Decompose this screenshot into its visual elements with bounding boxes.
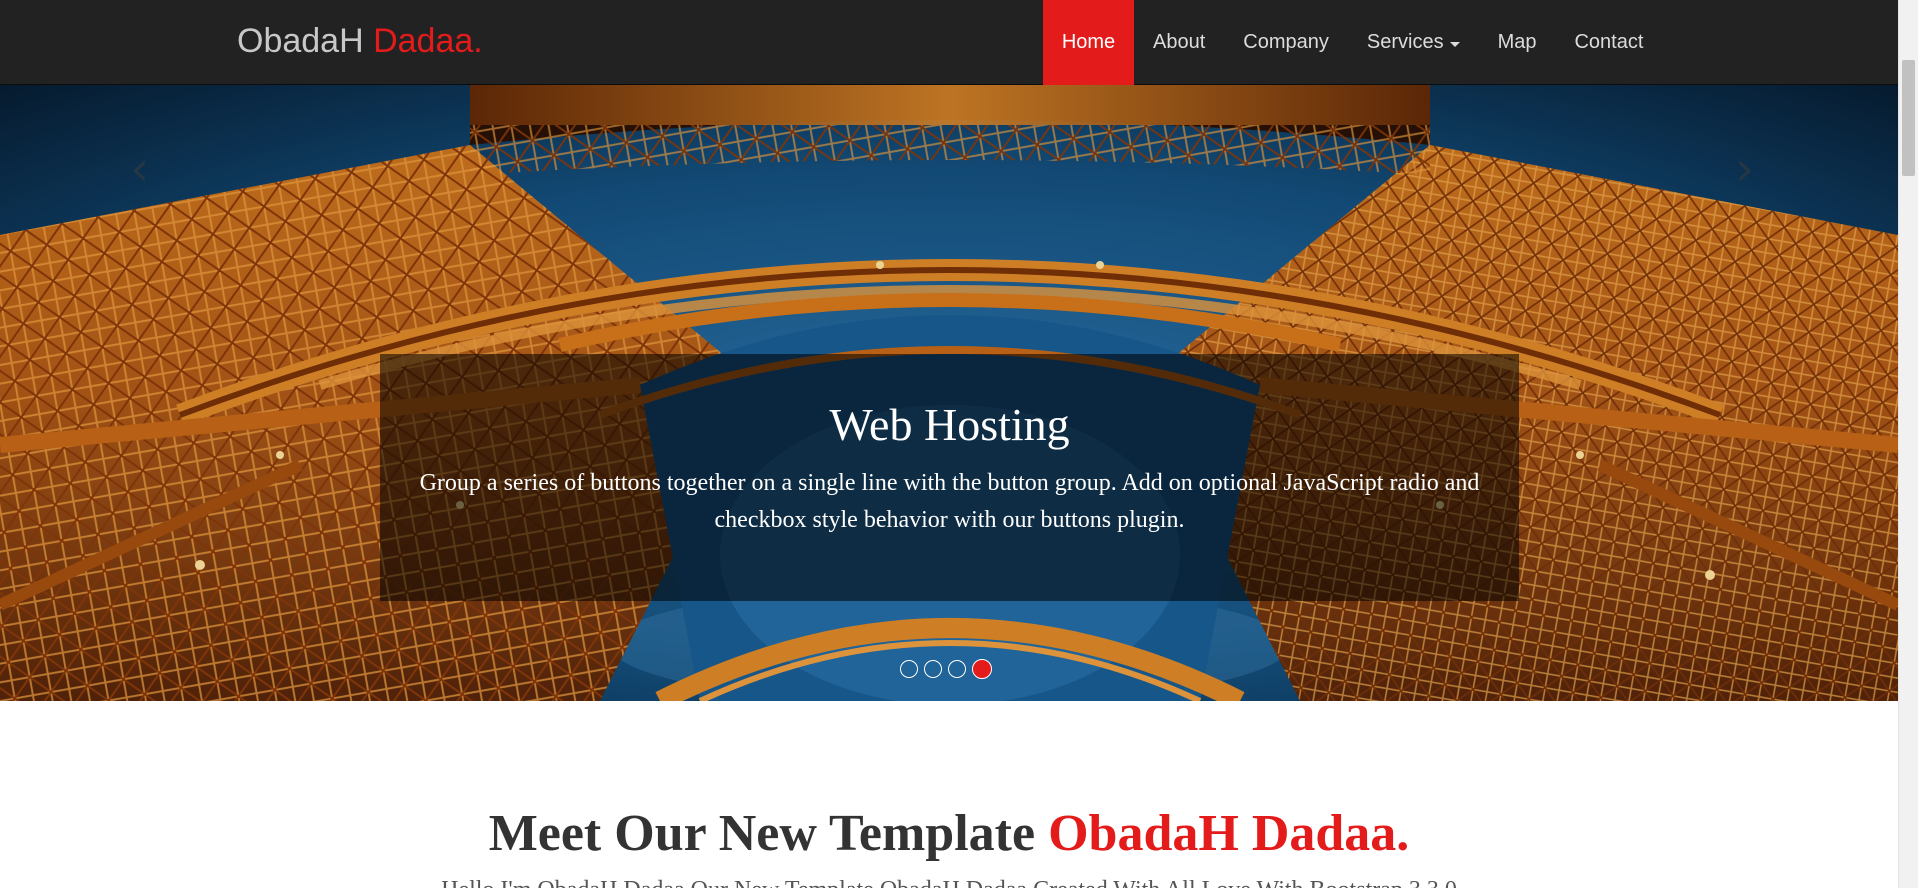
nav-item-map[interactable]: Map xyxy=(1479,0,1556,85)
main-nav: Home About Company Services Map Contact xyxy=(1043,0,1662,85)
nav-item-about[interactable]: About xyxy=(1134,0,1224,85)
nav-item-label: Contact xyxy=(1574,31,1644,53)
intro-heading-text: Meet Our New Template xyxy=(488,805,1036,862)
hero-carousel: ‹ › Web Hosting Group a series of button… xyxy=(0,85,1898,701)
scrollbar-thumb[interactable] xyxy=(1902,60,1915,176)
nav-item-label: Home xyxy=(1061,31,1116,53)
intro-heading: Meet Our New Template ObadaH Dadaa. xyxy=(0,802,1898,866)
caret-down-icon xyxy=(1449,41,1460,47)
nav-item-home[interactable]: Home xyxy=(1043,0,1134,85)
brand-logo[interactable]: ObadaH Dadaa. xyxy=(237,19,483,63)
carousel-indicator[interactable] xyxy=(924,660,942,678)
nav-item-contact[interactable]: Contact xyxy=(1555,0,1662,85)
carousel-indicator[interactable] xyxy=(948,660,966,678)
caption-text: Group a series of buttons together on a … xyxy=(419,470,1480,533)
intro-section: Meet Our New Template ObadaH Dadaa. Hell… xyxy=(0,701,1898,888)
carousel-indicator-active[interactable] xyxy=(972,659,992,679)
carousel-indicators xyxy=(900,659,992,679)
nav-item-label: Services xyxy=(1366,31,1444,53)
page-scrollbar[interactable] xyxy=(1898,0,1918,888)
chevron-right-icon[interactable]: › xyxy=(1735,145,1754,193)
nav-item-label: Company xyxy=(1243,31,1329,53)
brand-name: ObadaH xyxy=(237,22,364,60)
nav-item-company[interactable]: Company xyxy=(1224,0,1348,85)
nav-item-label: Map xyxy=(1497,31,1537,53)
carousel-indicator[interactable] xyxy=(900,660,918,678)
caption-title: Web Hosting xyxy=(829,399,1070,450)
carousel-caption: Web Hosting Group a series of buttons to… xyxy=(380,354,1519,601)
intro-subtext: Hello I'm ObadaH Dadaa Our New Template … xyxy=(0,874,1898,888)
nav-item-label: About xyxy=(1153,31,1206,53)
navbar: ObadaH Dadaa. Home About Company Service… xyxy=(0,0,1898,85)
intro-heading-accent: ObadaH Dadaa. xyxy=(1048,805,1410,862)
chevron-left-icon[interactable]: ‹ xyxy=(130,145,149,193)
nav-item-services[interactable]: Services xyxy=(1348,0,1479,85)
brand-name-accent: Dadaa. xyxy=(373,22,483,60)
